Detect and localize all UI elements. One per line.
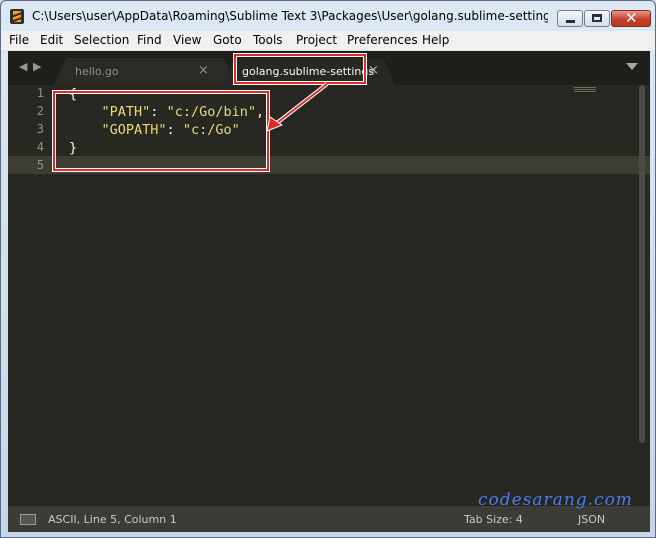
menu-preferences[interactable]: Preferences [347,33,418,47]
menu-goto[interactable]: Goto [213,33,242,47]
menu-edit[interactable]: Edit [40,33,63,47]
menu-project[interactable]: Project [296,33,337,47]
menu-selection[interactable]: Selection [74,33,129,47]
line-number-gutter: 1 2 3 4 5 [8,85,56,506]
menu-view[interactable]: View [173,33,201,47]
menu-help[interactable]: Help [422,33,449,47]
panel-toggle-icon[interactable] [20,514,36,525]
watermark-text: codesarang.com [478,490,633,510]
minimize-button[interactable] [557,10,583,27]
maximize-icon [592,14,602,22]
menu-file[interactable]: File [9,33,29,47]
tab-close-icon[interactable]: × [198,63,209,78]
close-button[interactable]: ✕ [611,9,651,27]
menu-tools[interactable]: Tools [253,33,283,47]
vertical-scrollbar[interactable] [639,85,645,443]
window-title: C:\Users\user\AppData\Roaming\Sublime Te… [32,9,548,23]
line-number: 2 [36,104,44,118]
line-number: 5 [36,158,44,172]
line-number: 3 [36,122,44,136]
minimap[interactable] [574,87,596,93]
tab-dropdown-icon[interactable] [626,63,638,70]
menu-bar: File Edit Selection Find View Goto Tools… [1,31,655,51]
tab-label: hello.go [75,65,119,78]
tab-back-icon[interactable]: ◀ [19,60,27,73]
close-icon: ✕ [625,9,638,27]
status-position: ASCII, Line 5, Column 1 [48,513,177,526]
annotation-tab-highlight [234,54,366,84]
line-number: 1 [36,86,44,100]
title-bar[interactable]: C:\Users\user\AppData\Roaming\Sublime Te… [1,1,655,31]
tab-forward-icon[interactable]: ▶ [33,60,41,73]
minimize-icon [566,20,575,23]
status-syntax[interactable]: JSON [578,513,605,526]
status-tab-size[interactable]: Tab Size: 4 [464,513,523,526]
menu-find[interactable]: Find [137,33,162,47]
annotation-code-highlight [53,91,269,171]
maximize-button[interactable] [584,10,610,27]
tab-hello-go[interactable]: hello.go × [54,58,236,85]
line-number: 4 [36,140,44,154]
tab-close-icon[interactable]: × [368,63,379,78]
sublime-logo-icon [10,9,24,24]
